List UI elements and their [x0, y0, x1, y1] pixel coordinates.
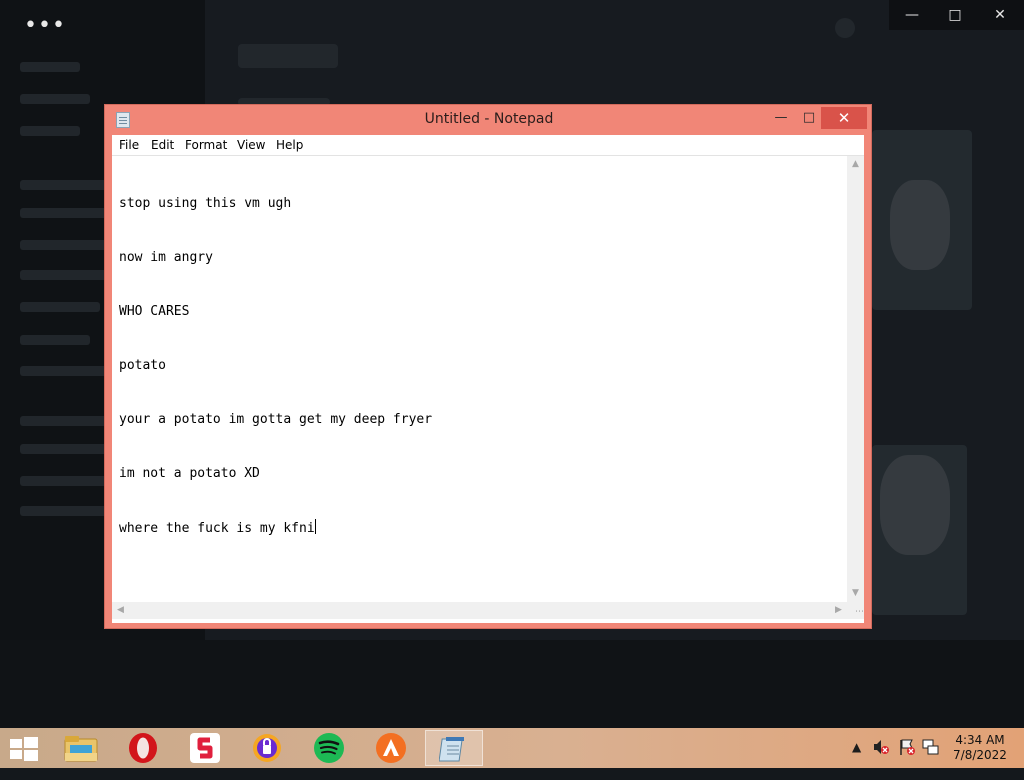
background-nav-item: [20, 366, 110, 376]
background-nav-item: [20, 94, 90, 104]
volume-muted-icon[interactable]: [872, 738, 890, 778]
text-line-last: where the fuck is my kfni: [119, 519, 847, 537]
text-caret: [314, 519, 316, 534]
scroll-right-icon[interactable]: ▶: [830, 602, 847, 619]
maximize-icon[interactable]: □: [945, 5, 965, 25]
vertical-scrollbar[interactable]: ▲ ▼: [847, 156, 864, 602]
clock-time: 4:34 AM: [955, 733, 1005, 747]
scroll-down-icon[interactable]: ▼: [847, 585, 864, 602]
text-line: potato: [119, 358, 166, 373]
background-window-controls: — □ ✕: [889, 0, 1024, 30]
close-button[interactable]: ✕: [821, 107, 867, 129]
text-line: your a potato im gotta get my deep fryer: [119, 412, 433, 427]
horizontal-scrollbar[interactable]: ◀ ▶: [112, 602, 847, 619]
clock-date: 7/8/2022: [953, 748, 1007, 762]
background-nav-item: [20, 62, 80, 72]
minimize-icon[interactable]: —: [902, 5, 922, 25]
close-icon[interactable]: ✕: [990, 5, 1010, 25]
scroll-up-icon[interactable]: ▲: [847, 156, 864, 173]
menu-format[interactable]: Format: [185, 138, 227, 152]
background-image: [880, 455, 950, 555]
spotify-icon[interactable]: [301, 730, 357, 766]
menu-bar: File Edit Format View Help: [112, 135, 864, 156]
menu-view[interactable]: View: [237, 138, 265, 152]
taskbar: ▲ 4:34 AM 7/8/2022: [0, 728, 1024, 768]
menu-help[interactable]: Help: [276, 138, 303, 152]
background-nav-item: [20, 126, 80, 136]
background-avatar: [835, 18, 855, 38]
text-line: im not a potato XD: [119, 466, 260, 481]
window-title: Untitled - Notepad: [424, 111, 554, 127]
windows-start-icon[interactable]: [8, 736, 38, 762]
resize-grip-icon[interactable]: ⋯: [847, 602, 864, 619]
menu-file[interactable]: File: [119, 138, 139, 152]
action-center-flag-icon[interactable]: [898, 738, 916, 778]
sejda-icon[interactable]: [177, 730, 233, 766]
network-icon[interactable]: [921, 738, 939, 778]
vpn-icon[interactable]: [239, 730, 295, 766]
text-editor[interactable]: stop using this vm ugh now im angry WHO …: [112, 156, 847, 602]
text-line: stop using this vm ugh: [119, 196, 292, 211]
text-line: WHO CARES: [119, 304, 190, 319]
background-nav-item: [20, 302, 100, 312]
menu-edit[interactable]: Edit: [151, 138, 174, 152]
text-line: now im angry: [119, 250, 213, 265]
opera-icon[interactable]: [115, 730, 171, 766]
notepad-window: Untitled - Notepad — □ ✕ File Edit Forma…: [104, 104, 872, 629]
notepad-client: File Edit Format View Help stop using th…: [112, 135, 864, 623]
maximize-button[interactable]: □: [797, 107, 821, 129]
minimize-button[interactable]: —: [769, 107, 793, 129]
more-options-icon[interactable]: •••: [24, 15, 66, 37]
background-image: [890, 180, 950, 270]
text-line: where the fuck is my kfni: [119, 521, 315, 536]
background-nav-item: [20, 335, 90, 345]
avast-icon[interactable]: [363, 730, 419, 766]
scroll-left-icon[interactable]: ◀: [112, 602, 129, 619]
show-hidden-icons-icon[interactable]: ▲: [852, 740, 861, 780]
notepad-taskbar-icon[interactable]: [425, 730, 483, 766]
background-player-bar: [0, 640, 1024, 728]
system-clock[interactable]: 4:34 AM 7/8/2022: [945, 733, 1015, 763]
file-explorer-icon[interactable]: [53, 730, 109, 766]
background-nav-item: [20, 270, 110, 280]
background-header: [238, 44, 338, 68]
